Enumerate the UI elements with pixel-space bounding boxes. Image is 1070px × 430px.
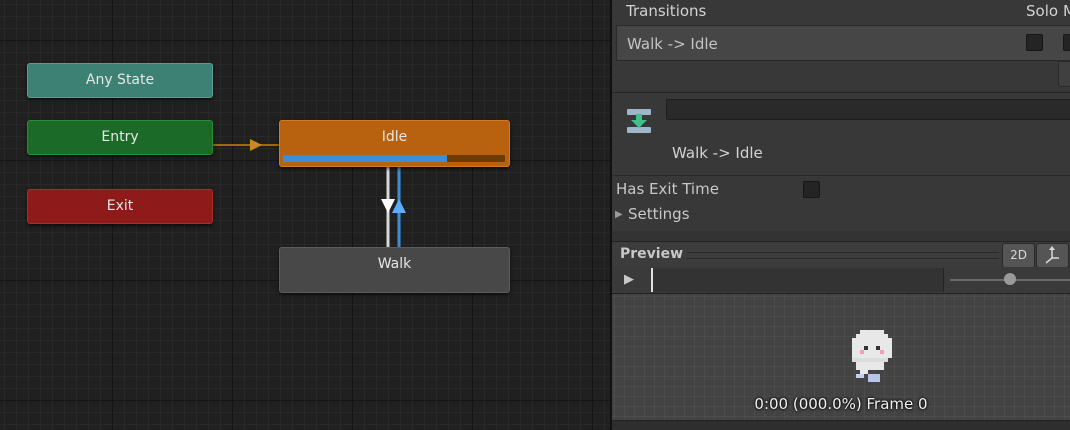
playhead[interactable]: [651, 268, 653, 292]
preview-timeline-bar: ▶: [612, 267, 1070, 294]
walk-label: Walk: [377, 256, 412, 272]
separator: [612, 92, 1070, 93]
entry-transition-arrow: [250, 139, 262, 151]
walk-to-idle-arrow: [392, 199, 406, 213]
idle-progress-bar: [283, 155, 505, 162]
preview-frame-info: 0:00 (000.0%) Frame 0: [754, 395, 928, 413]
transition-title: Walk -> Idle: [672, 144, 763, 162]
transition-list-row[interactable]: Walk -> Idle: [616, 25, 1070, 61]
settings-foldout[interactable]: Settings: [628, 205, 690, 223]
transitions-header: Transitions: [626, 2, 707, 20]
preview-timeline-track[interactable]: [653, 268, 944, 292]
walk-state-node[interactable]: Walk: [279, 247, 510, 293]
transition-name-field[interactable]: [666, 99, 1070, 120]
preview-2d-button[interactable]: 2D: [1002, 243, 1035, 268]
inspector-panel: Transitions Solo M Walk -> Idle Walk -> …: [612, 0, 1070, 430]
animator-graph[interactable]: Any State Entry Exit Idle Walk: [0, 0, 610, 430]
character-sprite: [852, 330, 892, 382]
preview-label: Preview: [620, 246, 684, 262]
entry-label: Entry: [101, 129, 139, 145]
transition-icon: [627, 109, 651, 133]
idle-to-walk-arrow: [381, 199, 395, 213]
preview-pivot-button[interactable]: [1036, 243, 1069, 268]
list-footer-button[interactable]: [1058, 61, 1070, 87]
preview-drag-handle[interactable]: [687, 252, 999, 259]
any-state-node[interactable]: Any State: [27, 63, 213, 98]
timeline-graph-strip: [612, 231, 1070, 241]
mute-column-header: M: [1063, 2, 1070, 20]
exit-node[interactable]: Exit: [27, 189, 213, 224]
preview-header: Preview 2D: [612, 241, 1070, 268]
any-state-label: Any State: [85, 72, 155, 88]
settings-foldout-arrow-icon[interactable]: ▶: [615, 209, 623, 220]
idle-progress-fill: [283, 155, 448, 162]
has-exit-time-checkbox[interactable]: [803, 181, 820, 198]
preview-footer: [612, 420, 1070, 430]
preview-viewport[interactable]: 0:00 (000.0%) Frame 0: [612, 294, 1070, 420]
idle-state-node[interactable]: Idle: [279, 120, 510, 167]
entry-node[interactable]: Entry: [27, 120, 213, 155]
solo-column-header: Solo: [1026, 2, 1059, 20]
idle-label: Idle: [381, 129, 408, 145]
pivot-icon: [1045, 246, 1059, 264]
transition-row-label: Walk -> Idle: [627, 35, 718, 53]
mute-checkbox[interactable]: [1063, 34, 1070, 51]
playback-speed-slider-thumb[interactable]: [1004, 273, 1016, 285]
separator: [612, 175, 1070, 176]
play-icon[interactable]: ▶: [618, 270, 640, 290]
has-exit-time-label: Has Exit Time: [616, 180, 719, 198]
solo-checkbox[interactable]: [1026, 34, 1043, 51]
exit-label: Exit: [106, 198, 134, 214]
